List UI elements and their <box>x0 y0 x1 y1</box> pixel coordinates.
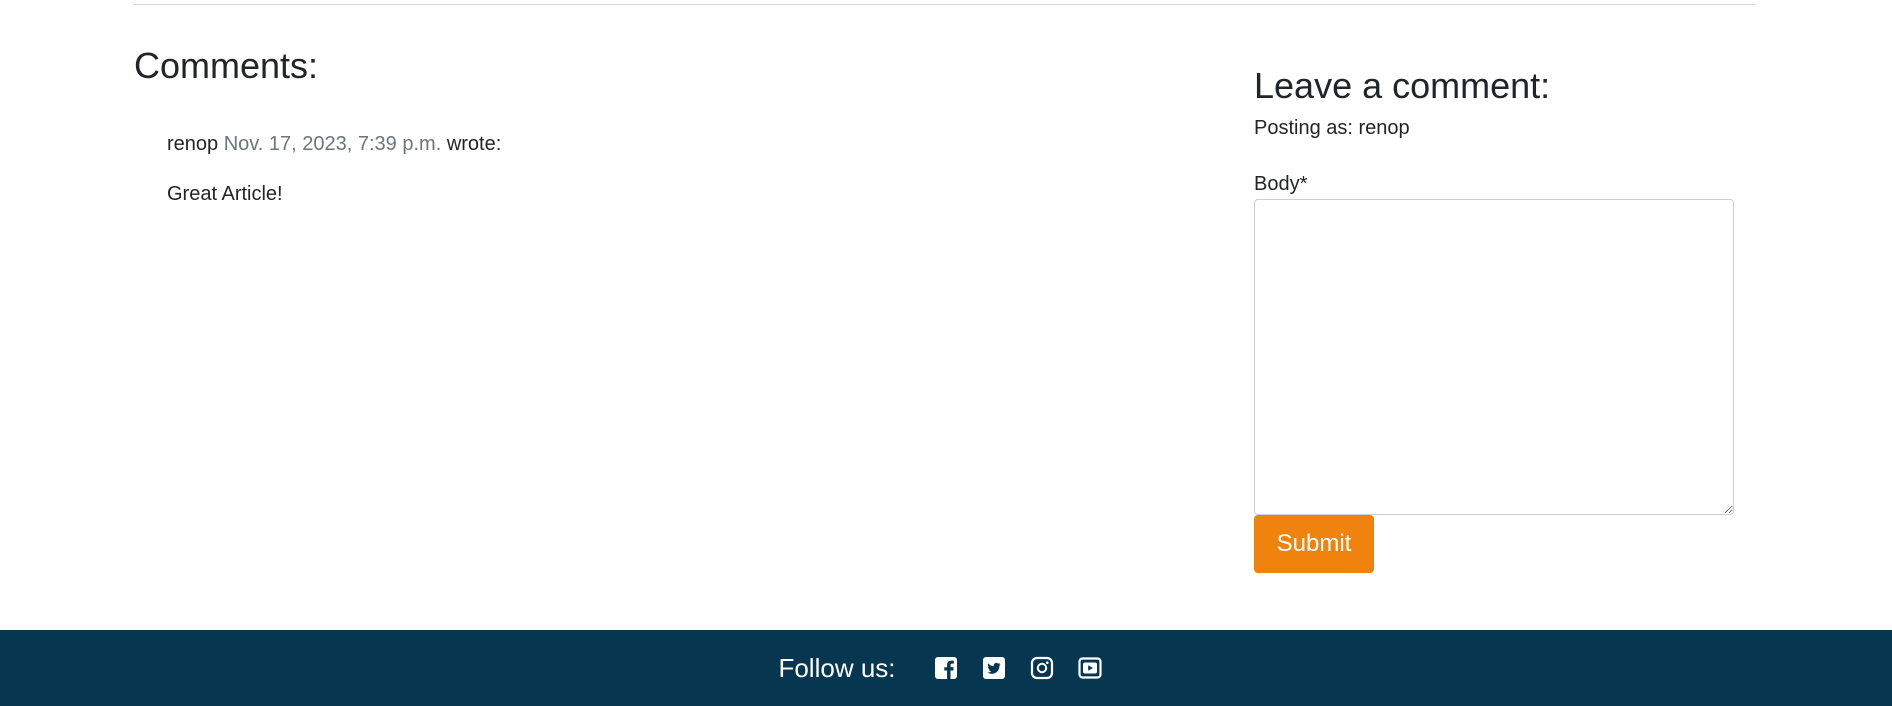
comment-author: renop <box>167 133 219 155</box>
twitter-icon[interactable] <box>982 656 1006 680</box>
section-divider <box>134 4 1756 5</box>
social-links <box>922 656 1114 680</box>
youtube-icon[interactable] <box>1077 656 1102 680</box>
comments-section: Comments: renop Nov. 17, 2023, 7:39 p.m.… <box>134 44 1134 205</box>
comments-title: Comments: <box>134 45 319 86</box>
body-label: Body* <box>1254 173 1308 195</box>
comment-wrote: wrote: <box>446 133 502 155</box>
comment-item: renop Nov. 17, 2023, 7:39 p.m. wrote: Gr… <box>167 132 1067 206</box>
submit-button[interactable]: Submit <box>1254 515 1374 573</box>
facebook-icon[interactable] <box>934 656 958 680</box>
posting-as-text: Posting as: renop <box>1254 117 1410 139</box>
comment-meta: renop Nov. 17, 2023, 7:39 p.m. wrote: <box>167 132 1067 156</box>
comment-form-title: Leave a comment: <box>1254 65 1551 106</box>
comment-body: Great Article! <box>167 183 283 205</box>
instagram-icon[interactable] <box>1030 656 1054 680</box>
follow-us-label: Follow us: <box>778 652 896 683</box>
body-textarea[interactable] <box>1254 199 1734 515</box>
footer: Follow us: <box>0 630 1892 706</box>
comment-form-section: Leave a comment: Posting as: renop Body*… <box>1254 64 1734 573</box>
comment-date: Nov. 17, 2023, 7:39 p.m. <box>223 133 442 155</box>
